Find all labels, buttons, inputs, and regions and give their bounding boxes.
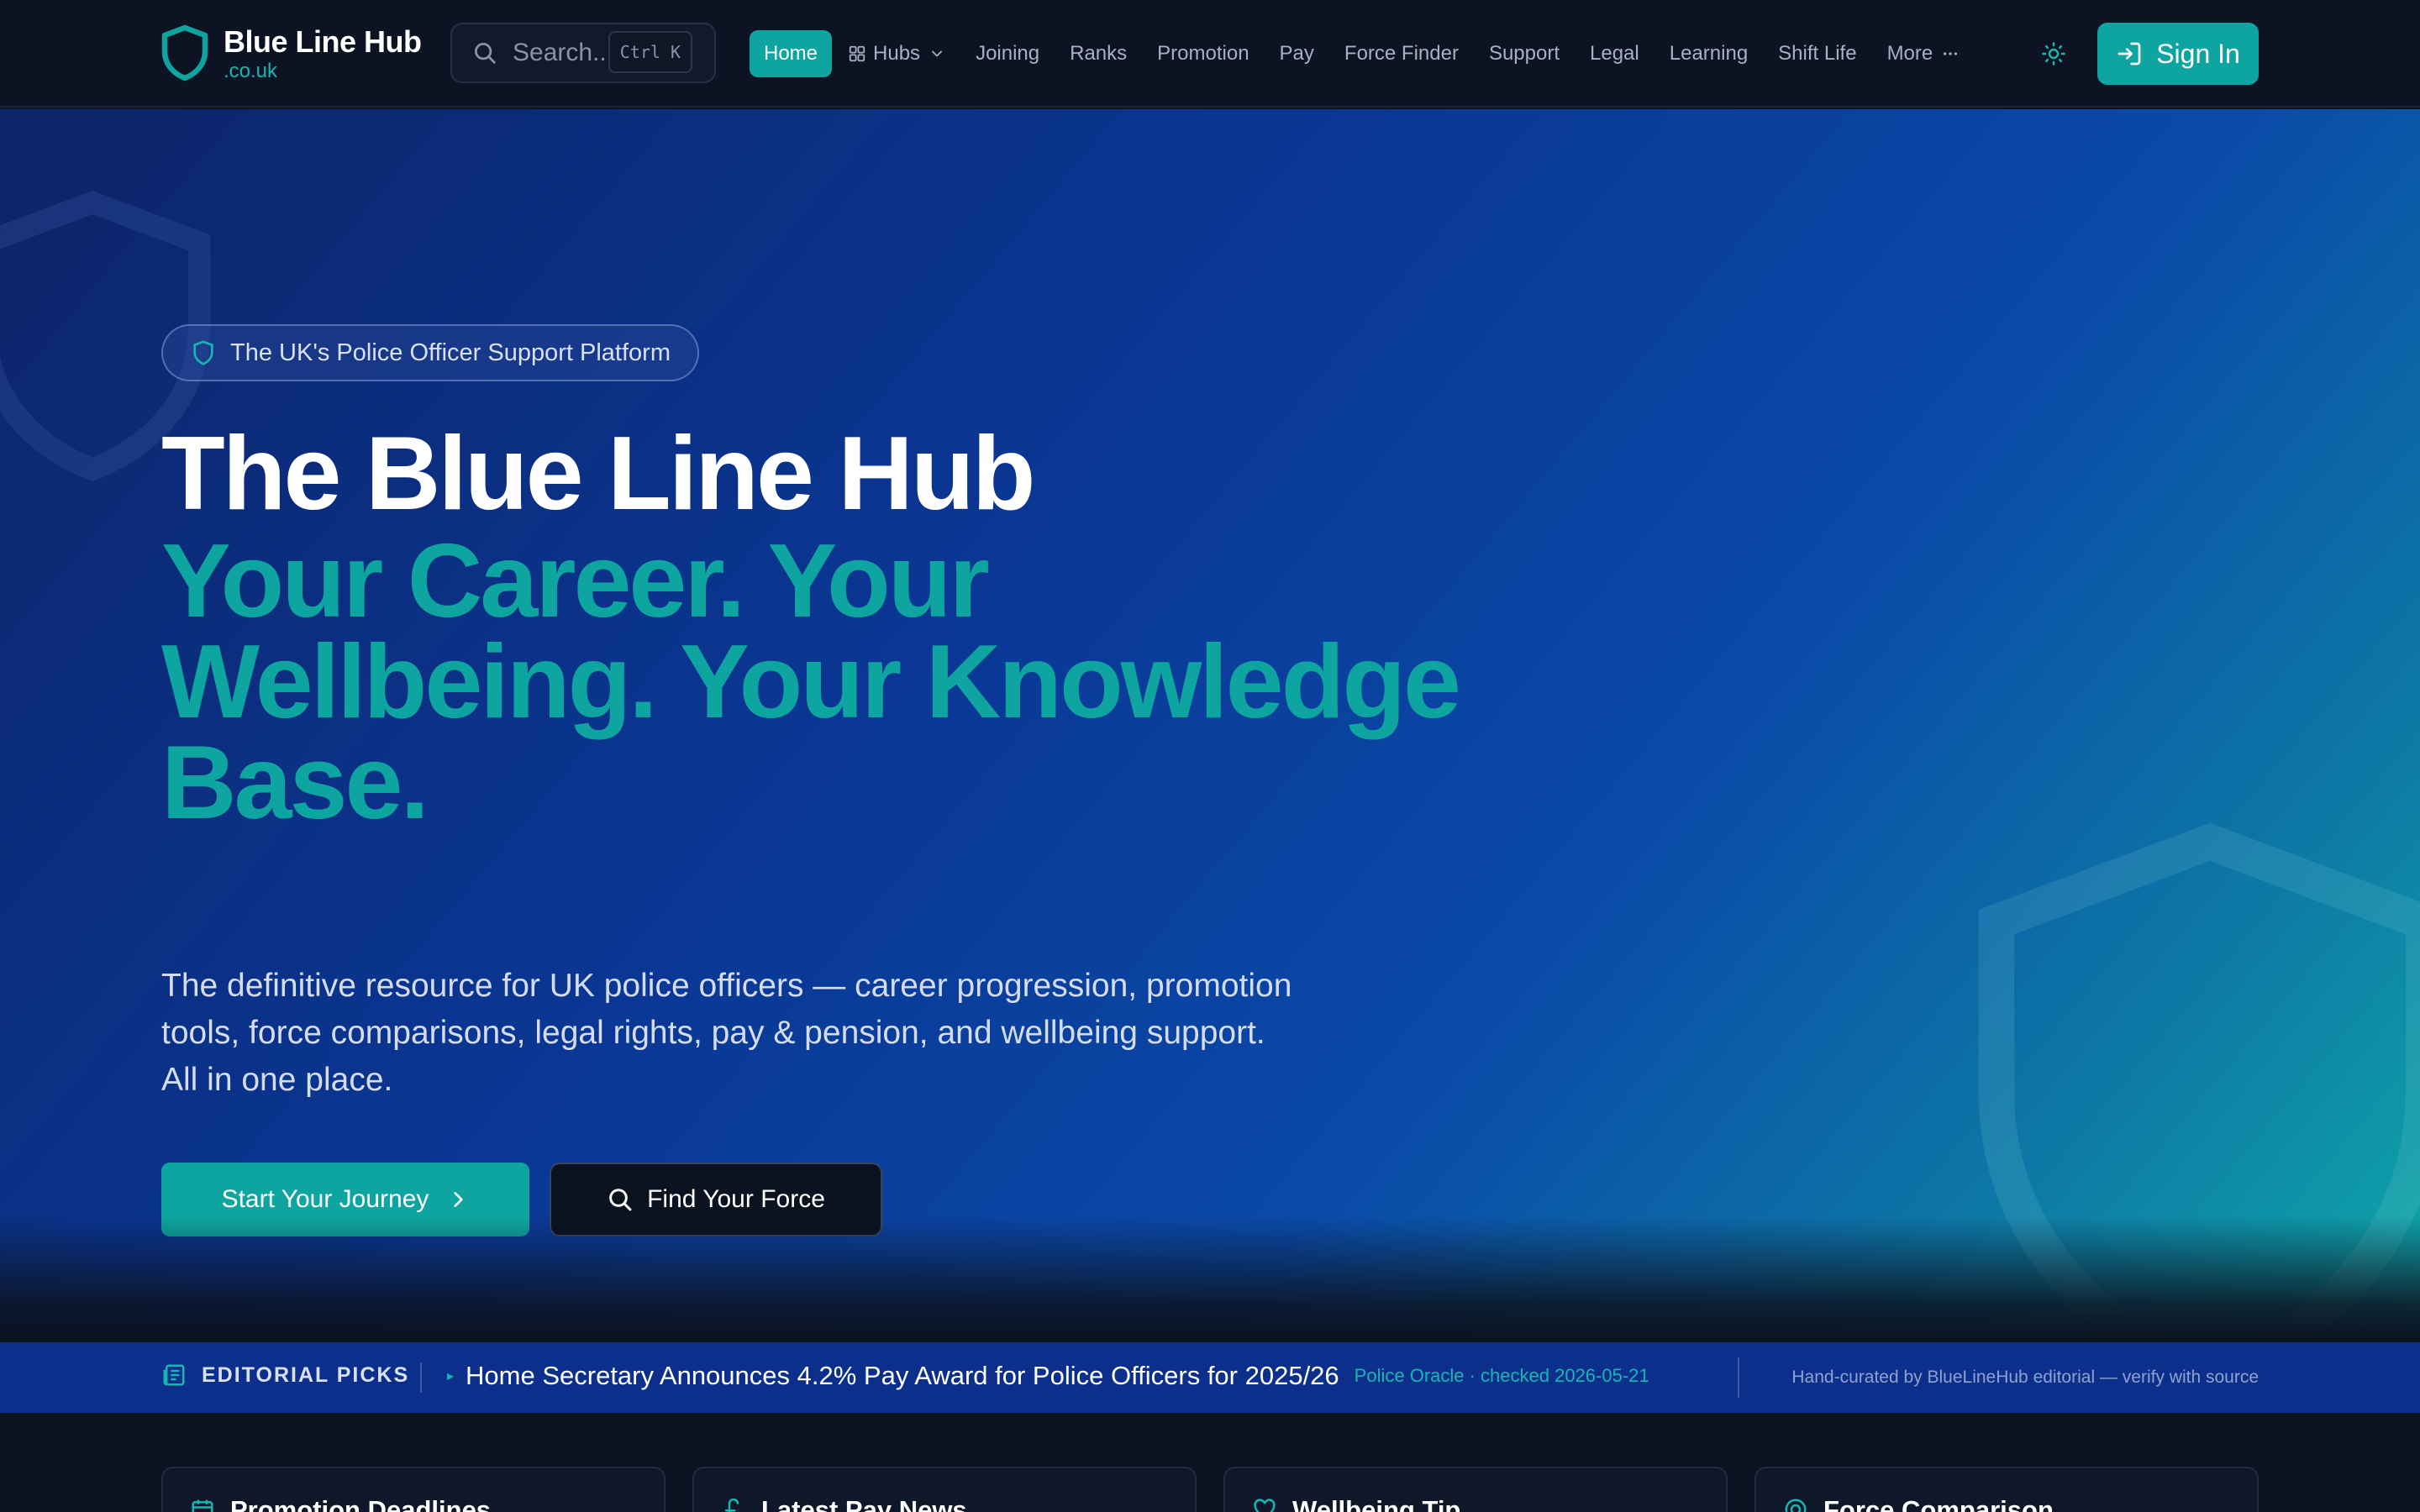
nav-label: More	[1886, 42, 1933, 65]
nav-label: Shift Life	[1778, 42, 1857, 65]
brand-domain: .co.uk	[224, 60, 278, 82]
bullet-icon: ▸	[447, 1369, 455, 1383]
nav-item-joining[interactable]: Joining	[961, 30, 1054, 77]
heart-icon	[1254, 1499, 1276, 1512]
card-wellbeing-tip[interactable]: Wellbeing Tip	[1223, 1467, 1728, 1512]
search-box[interactable]: Search... Ctrl K	[450, 23, 716, 83]
grid-icon	[849, 45, 865, 62]
nav-item-force-finder[interactable]: Force Finder	[1330, 30, 1473, 77]
ticker-label-text: EDITORIAL PICKS	[202, 1362, 410, 1387]
nav-item-shift-life[interactable]: Shift Life	[1764, 30, 1870, 77]
card-title: Wellbeing Tip	[1292, 1495, 1461, 1512]
start-journey-label: Start Your Journey	[221, 1185, 429, 1213]
chevron-down-icon	[932, 50, 942, 57]
hero-tagline: Your Career. Your Wellbeing. Your Knowle…	[161, 523, 1461, 841]
ticker-headline-link[interactable]: ▸ Home Secretary Announces 4.2% Pay Awar…	[447, 1361, 1649, 1391]
card-latest-pay-news[interactable]: Latest Pay News	[692, 1467, 1197, 1512]
nav-item-more[interactable]: More	[1873, 30, 1975, 77]
nav-label: Ranks	[1070, 42, 1128, 65]
site-header: Blue Line Hub .co.uk Search... Ctrl K Ho…	[0, 0, 2420, 108]
divider	[420, 1362, 422, 1393]
hero-title: The Blue Line Hub	[161, 416, 1035, 532]
nav-label: Promotion	[1157, 42, 1249, 65]
main-nav: Home Hubs Joining Ranks Promotion Pay Fo…	[750, 30, 1975, 77]
sign-in-button[interactable]: Sign In	[2097, 23, 2259, 85]
search-shortcut: Ctrl K	[608, 31, 692, 73]
card-title: Promotion Deadlines	[230, 1495, 492, 1512]
nav-label: Support	[1488, 42, 1560, 65]
card-promotion-deadlines[interactable]: Promotion Deadlines	[161, 1467, 666, 1512]
find-force-label: Find Your Force	[647, 1185, 825, 1213]
login-icon	[2118, 42, 2141, 66]
hero-description: The definitive resource for UK police of…	[161, 968, 1292, 1098]
nav-item-hubs[interactable]: Hubs	[834, 30, 960, 77]
search-icon	[475, 43, 496, 64]
ticker-label: EDITORIAL PICKS	[161, 1362, 409, 1388]
divider	[1738, 1357, 1739, 1398]
calendar-icon	[192, 1499, 213, 1512]
hero-badge: The UK's Police Officer Support Platform	[161, 324, 699, 381]
editorial-ticker: EDITORIAL PICKS ▸ Home Secretary Announc…	[0, 1342, 2420, 1413]
nav-item-support[interactable]: Support	[1475, 30, 1574, 77]
newspaper-icon	[163, 1364, 185, 1386]
hero-section: The UK's Police Officer Support Platform…	[0, 109, 2420, 1342]
sun-icon	[2042, 42, 2065, 66]
hero-fade	[0, 1216, 2420, 1342]
nav-label: Pay	[1279, 42, 1314, 65]
card-force-comparison[interactable]: Force Comparison	[1754, 1467, 2259, 1512]
nav-label: Legal	[1590, 42, 1639, 65]
pound-icon	[725, 1498, 739, 1512]
ellipsis-icon	[1944, 52, 1958, 55]
card-title: Latest Pay News	[761, 1495, 967, 1512]
site-logo[interactable]: Blue Line Hub .co.uk	[161, 24, 422, 82]
brand-name: Blue Line Hub	[224, 24, 422, 59]
nav-item-home[interactable]: Home	[750, 30, 833, 77]
ticker-note: Hand-curated by BlueLineHub editorial — …	[1791, 1368, 2259, 1387]
nav-label: Joining	[976, 42, 1040, 65]
nav-item-pay[interactable]: Pay	[1265, 30, 1328, 77]
card-title: Force Comparison	[1823, 1495, 2054, 1512]
nav-item-ranks[interactable]: Ranks	[1055, 30, 1141, 77]
nav-label: Force Finder	[1344, 42, 1459, 65]
sign-in-label: Sign In	[2156, 38, 2240, 69]
nav-item-learning[interactable]: Learning	[1655, 30, 1762, 77]
nav-item-legal[interactable]: Legal	[1576, 30, 1654, 77]
shield-icon	[161, 24, 208, 81]
ticker-source: Police Oracle · checked 2026-05-21	[1354, 1365, 1649, 1386]
hero-badge-text: The UK's Police Officer Support Platform	[230, 339, 671, 366]
nav-label: Home	[764, 42, 818, 65]
target-icon	[1785, 1499, 1807, 1512]
nav-label: Learning	[1669, 42, 1749, 65]
nav-item-promotion[interactable]: Promotion	[1143, 30, 1263, 77]
theme-toggle-button[interactable]	[2037, 37, 2070, 71]
chevron-right-icon	[454, 1192, 464, 1207]
ticker-headline: Home Secretary Announces 4.2% Pay Award …	[466, 1361, 1339, 1390]
shield-icon	[193, 340, 213, 365]
nav-label: Hubs	[873, 42, 921, 65]
search-icon	[609, 1189, 632, 1211]
search-placeholder: Search...	[513, 39, 614, 66]
